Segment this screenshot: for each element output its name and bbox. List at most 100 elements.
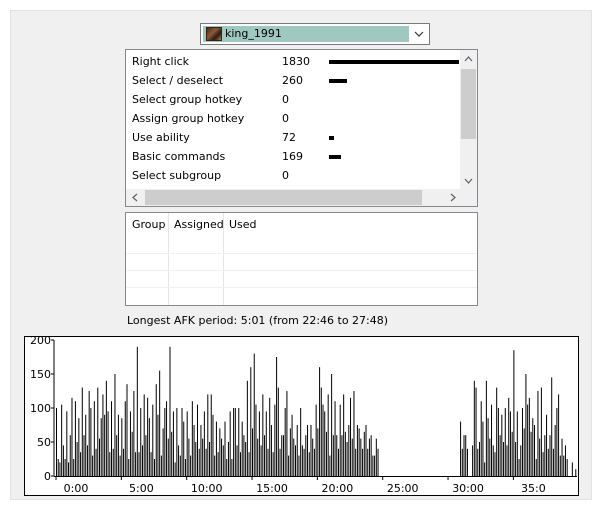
row-divider bbox=[126, 287, 477, 288]
chart-bar bbox=[241, 421, 243, 476]
chart-bar bbox=[98, 438, 100, 476]
chart-bar bbox=[215, 421, 217, 476]
chart-bar bbox=[81, 387, 83, 476]
chart-bar bbox=[475, 387, 477, 476]
action-stats-list[interactable]: Right click 1830 Select / deselect 260 S… bbox=[125, 49, 478, 207]
chart-bar bbox=[534, 425, 536, 476]
scroll-left-icon[interactable] bbox=[126, 189, 143, 206]
horizontal-scrollbar[interactable] bbox=[126, 189, 461, 206]
list-item[interactable]: Use ability 72 bbox=[126, 128, 459, 147]
row-divider bbox=[126, 253, 477, 254]
chart-bar bbox=[325, 431, 327, 476]
column-header-used[interactable]: Used bbox=[223, 213, 283, 235]
chart-bar bbox=[245, 442, 247, 476]
chart-bar bbox=[93, 401, 95, 476]
chart-bar bbox=[233, 408, 235, 476]
chart-bar bbox=[485, 380, 487, 476]
chart-bar bbox=[460, 421, 462, 476]
column-header-group[interactable]: Group bbox=[126, 213, 168, 235]
chart-bar bbox=[308, 452, 310, 476]
action-label: Right click bbox=[132, 55, 190, 68]
chart-bar bbox=[73, 459, 75, 476]
chart-bar bbox=[296, 425, 298, 476]
chevron-down-icon[interactable] bbox=[410, 25, 428, 43]
chart-bar bbox=[74, 401, 76, 476]
action-label: Select subgroup bbox=[132, 169, 222, 182]
chart-bar bbox=[269, 397, 271, 476]
chart-bar bbox=[238, 408, 240, 476]
chart-bar bbox=[260, 445, 262, 476]
list-item[interactable]: Basic commands 169 bbox=[126, 147, 459, 166]
x-tick-label: 25:00 bbox=[387, 482, 419, 495]
chart-bar bbox=[513, 350, 515, 476]
chart-bar bbox=[255, 404, 257, 476]
chart-bar bbox=[334, 401, 336, 476]
list-item[interactable]: Select / deselect 260 bbox=[126, 71, 459, 90]
group-table[interactable]: Group Assigned Used bbox=[125, 212, 478, 306]
list-item[interactable]: Select subgroup 0 bbox=[126, 166, 459, 185]
chart-bar bbox=[97, 387, 99, 476]
y-tick-label: 150 bbox=[30, 368, 51, 381]
player-dropdown[interactable]: king_1991 bbox=[200, 23, 430, 45]
chart-bar bbox=[59, 462, 61, 476]
chart-bar bbox=[286, 391, 288, 476]
chart-bar bbox=[276, 357, 278, 476]
list-item[interactable]: Select group hotkey 0 bbox=[126, 90, 459, 109]
chart-bar bbox=[504, 408, 506, 476]
chart-bar bbox=[320, 387, 322, 476]
chart-bar bbox=[461, 448, 463, 476]
chart-bar bbox=[477, 448, 479, 476]
chart-bar bbox=[535, 459, 537, 476]
chart-bar bbox=[571, 462, 573, 476]
chart-bar bbox=[494, 452, 496, 476]
scroll-down-icon[interactable] bbox=[460, 172, 477, 189]
x-tick-label: 20:00 bbox=[322, 482, 354, 495]
chart-bar bbox=[339, 404, 341, 476]
chart-bar bbox=[141, 445, 143, 476]
horizontal-scroll-thumb[interactable] bbox=[145, 190, 422, 205]
chart-bar bbox=[353, 391, 355, 476]
chart-bar bbox=[179, 455, 181, 476]
y-tick-label: 200 bbox=[30, 336, 51, 347]
chart-bar bbox=[329, 455, 331, 476]
y-tick-label: 100 bbox=[30, 402, 51, 415]
vertical-scrollbar[interactable] bbox=[460, 50, 477, 189]
chart-bar bbox=[136, 346, 138, 476]
scroll-right-icon[interactable] bbox=[444, 189, 461, 206]
scroll-up-icon[interactable] bbox=[460, 50, 477, 67]
player-dropdown-field[interactable]: king_1991 bbox=[203, 26, 409, 42]
vertical-scroll-thumb[interactable] bbox=[461, 69, 476, 139]
chart-bar bbox=[377, 448, 379, 476]
chart-bar bbox=[542, 452, 544, 476]
chart-bar bbox=[465, 435, 467, 476]
chart-bar bbox=[119, 455, 121, 476]
chart-bar bbox=[197, 404, 198, 476]
list-item[interactable]: Right click 1830 bbox=[126, 52, 459, 71]
chart-bar bbox=[193, 425, 195, 476]
chart-bar bbox=[68, 462, 70, 476]
chart-bar bbox=[315, 404, 317, 476]
chart-bar bbox=[239, 452, 241, 476]
chart-bar bbox=[497, 408, 499, 476]
chart-bar bbox=[214, 455, 216, 476]
chart-bar bbox=[126, 384, 128, 476]
chart-bar bbox=[482, 421, 484, 476]
chart-bar bbox=[327, 394, 329, 476]
chart-bar bbox=[281, 435, 283, 476]
chart-bar bbox=[344, 431, 346, 476]
chart-bar bbox=[154, 459, 156, 476]
chart-bar bbox=[277, 387, 279, 476]
chart-bar bbox=[102, 394, 104, 476]
chart-bar bbox=[270, 425, 272, 476]
chart-bar bbox=[530, 431, 532, 476]
column-header-assigned[interactable]: Assigned bbox=[168, 213, 224, 235]
chart-bar bbox=[372, 455, 374, 476]
chart-bar bbox=[466, 448, 468, 476]
chart-bar bbox=[231, 459, 233, 476]
chart-bar bbox=[491, 404, 493, 476]
action-label: Assign group hotkey bbox=[132, 112, 245, 125]
list-item[interactable]: Assign group hotkey 0 bbox=[126, 109, 459, 128]
chart-bar bbox=[145, 435, 147, 476]
chart-bar bbox=[365, 425, 367, 476]
chart-bar bbox=[80, 452, 82, 476]
